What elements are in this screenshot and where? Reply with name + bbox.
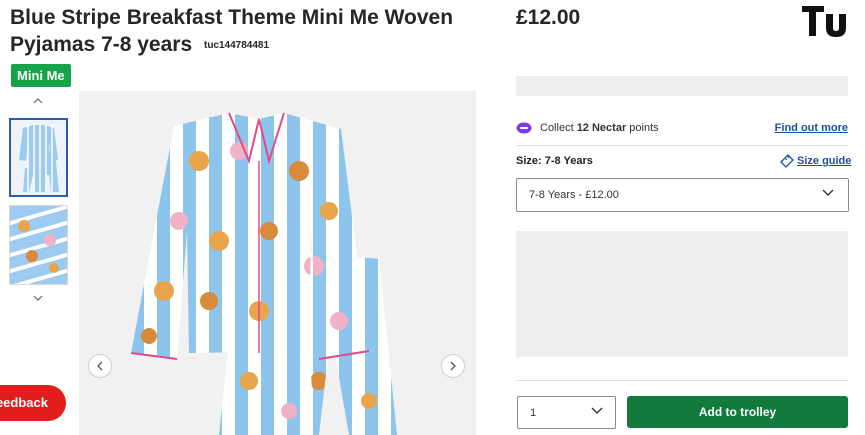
nectar-suffix: points	[629, 122, 659, 134]
pyjamas-product-image	[79, 91, 476, 435]
product-code: tuc144784481	[203, 39, 270, 51]
loading-placeholder-bar	[516, 76, 848, 96]
size-label: Size: 7-8 Years	[516, 155, 593, 167]
nectar-points-row: Collect 12 Nectar points Find out more	[516, 118, 848, 138]
nectar-prefix: Collect	[540, 122, 574, 134]
ruler-icon	[780, 154, 794, 168]
thumbnail-scroll-down-button[interactable]	[30, 292, 46, 304]
chevron-down-icon	[822, 189, 834, 196]
previous-image-button[interactable]	[88, 354, 112, 378]
size-select-value: 7-8 Years - £12.00	[529, 189, 619, 201]
chevron-left-icon	[97, 361, 103, 371]
chevron-down-icon	[33, 295, 43, 301]
divider	[516, 145, 848, 146]
nectar-points: 12 Nectar	[576, 122, 627, 134]
add-to-trolley-button[interactable]: Add to trolley	[627, 396, 848, 428]
nectar-icon	[516, 122, 532, 134]
chevron-right-icon	[450, 361, 456, 371]
thumbnail-2[interactable]	[9, 205, 68, 285]
pyjama-thumbnail-image	[11, 120, 66, 195]
find-out-more-link[interactable]: Find out more	[775, 122, 848, 134]
product-image-gallery	[79, 91, 476, 435]
size-select[interactable]: 7-8 Years - £12.00	[516, 178, 849, 212]
divider	[516, 380, 848, 381]
feedback-button[interactable]: Feedback	[0, 385, 66, 421]
mini-me-badge: Mini Me	[11, 64, 71, 87]
size-guide-label: Size guide	[797, 155, 852, 167]
quantity-select[interactable]: 1	[517, 396, 616, 429]
size-guide-link[interactable]: Size guide	[779, 154, 851, 168]
fabric-closeup-thumbnail-image	[10, 206, 67, 284]
loading-placeholder-block	[516, 231, 848, 357]
product-price: £12.00	[516, 6, 581, 29]
chevron-up-icon	[33, 98, 43, 104]
tu-logo-icon	[802, 6, 846, 37]
thumbnail-1[interactable]	[9, 118, 68, 197]
thumbnail-scroll-up-button[interactable]	[30, 95, 46, 107]
product-title: Blue Stripe Breakfast Theme Mini Me Wove…	[10, 4, 480, 59]
tu-logo[interactable]	[800, 0, 848, 40]
chevron-down-icon	[591, 407, 603, 414]
next-image-button[interactable]	[441, 354, 465, 378]
quantity-value: 1	[530, 406, 537, 419]
